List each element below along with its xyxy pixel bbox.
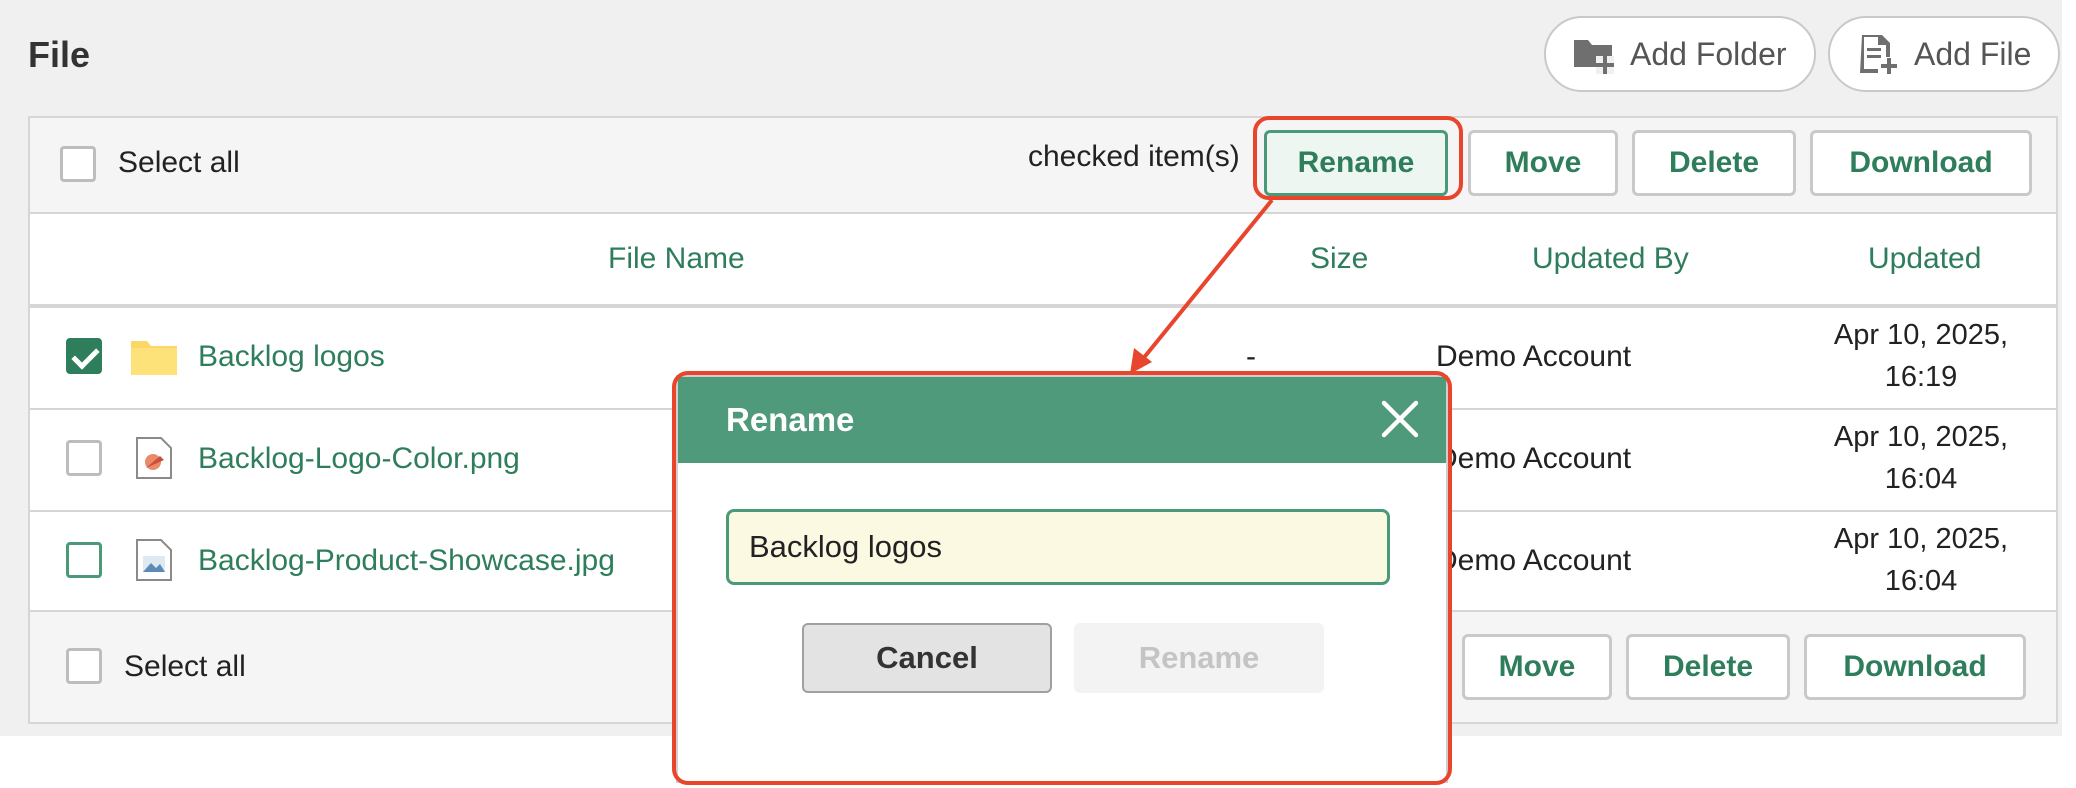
annotation-highlight-dialog: [672, 371, 1452, 785]
